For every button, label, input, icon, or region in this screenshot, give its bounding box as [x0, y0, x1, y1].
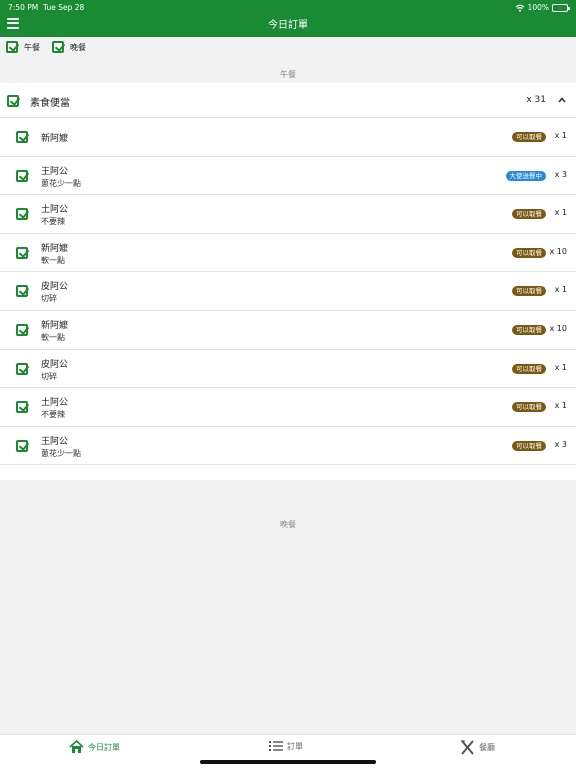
checkbox-icon[interactable] [16, 246, 28, 259]
group-name: 素食便當 [30, 98, 70, 109]
checkbox-icon[interactable] [16, 169, 28, 182]
tab-today-orders[interactable]: 今日訂單 [69, 740, 120, 754]
group-qty: x 31 [526, 95, 546, 105]
status-badge: 大使送餐中 [505, 170, 546, 181]
order-name: 皮阿公 [41, 359, 69, 370]
checkbox-icon[interactable] [16, 401, 28, 414]
status-right: 100% [515, 3, 570, 12]
order-name: 新阿嬤 [41, 243, 69, 254]
wifi-icon [515, 4, 524, 12]
section-header-dinner: 晚餐 [280, 520, 296, 529]
order-name: 皮阿公 [41, 282, 69, 293]
battery-percent: 100% [527, 3, 549, 12]
list-icon [269, 741, 283, 751]
order-name: 王阿公 [41, 436, 69, 447]
filter-dinner[interactable]: 晚餐 [52, 41, 86, 53]
order-qty: x 3 [554, 439, 567, 449]
order-row[interactable]: 皮阿公 切碎 可以取餐 x 1 [0, 272, 576, 311]
checkbox-icon[interactable] [6, 41, 18, 53]
checkbox-icon[interactable] [52, 41, 64, 53]
order-qty: x 1 [554, 208, 567, 218]
order-qty: x 1 [554, 401, 567, 411]
order-name: 土阿公 [41, 398, 69, 409]
order-note: 軟一點 [41, 332, 65, 342]
top-bar: 7:50 PM Tue Sep 28 100% 今日訂單 [0, 0, 576, 37]
checkbox-icon[interactable] [16, 439, 28, 452]
checkbox-icon[interactable] [16, 285, 28, 298]
order-name: 新阿嬤 [41, 320, 69, 331]
checkbox-icon[interactable] [16, 208, 28, 221]
order-note: 蔥花少一點 [41, 178, 81, 188]
order-row[interactable]: 新阿嬤 軟一點 可以取餐 x 10 [0, 311, 576, 350]
home-icon [69, 740, 84, 753]
checkbox-icon[interactable] [16, 131, 28, 143]
status-badge: 可以取餐 [512, 363, 546, 374]
tab-label: 訂單 [287, 741, 303, 751]
order-qty: x 3 [554, 169, 567, 179]
home-indicator [200, 760, 376, 764]
utensils-icon [461, 740, 474, 755]
order-qty: x 1 [554, 362, 567, 372]
order-note: 不要辣 [41, 217, 65, 227]
order-note: 不要辣 [41, 410, 65, 420]
group-footer-spacer [0, 465, 576, 481]
status-badge: 可以取餐 [512, 440, 546, 451]
order-name: 土阿公 [41, 205, 69, 216]
order-note: 軟一點 [41, 255, 65, 265]
filter-label: 晚餐 [70, 42, 86, 52]
order-name: 新阿嬤 [41, 134, 69, 144]
status-badge: 可以取餐 [512, 324, 546, 335]
status-badge: 可以取餐 [512, 402, 546, 413]
order-qty: x 1 [554, 285, 567, 295]
order-row[interactable]: 土阿公 不要辣 可以取餐 x 1 [0, 195, 576, 234]
tab-label: 餐廳 [479, 743, 495, 752]
order-name: 王阿公 [41, 166, 69, 177]
order-row[interactable]: 新阿嬤 可以取餐 x 1 [0, 118, 576, 157]
order-note: 切碎 [41, 371, 57, 381]
order-row[interactable]: 王阿公 蔥花少一點 大使送餐中 x 3 [0, 157, 576, 196]
status-time: 7:50 PM Tue Sep 28 [8, 3, 85, 12]
order-qty: x 10 [549, 323, 567, 333]
tab-orders[interactable]: 訂單 [269, 740, 303, 752]
checkbox-icon[interactable] [7, 95, 19, 107]
order-note: 切碎 [41, 294, 57, 304]
tab-restaurant[interactable]: 餐廳 [460, 740, 495, 755]
checkbox-icon[interactable] [16, 362, 28, 375]
status-bar: 7:50 PM Tue Sep 28 100% [0, 2, 576, 14]
tab-label: 今日訂單 [88, 742, 120, 752]
bottom-tab-bar: 今日訂單 訂單 餐廳 [0, 734, 576, 768]
filter-label: 午餐 [24, 42, 40, 52]
section-header-lunch: 午餐 [280, 70, 296, 79]
order-note: 蔥花少一點 [41, 448, 81, 458]
filter-lunch[interactable]: 午餐 [6, 41, 40, 53]
order-group: 素食便當 x 31 新阿嬤 可以取餐 x 1 王阿公 蔥花少一點 大使送餐中 x… [0, 83, 576, 481]
page-title: 今日訂單 [268, 20, 308, 31]
status-badge: 可以取餐 [512, 247, 546, 258]
order-row[interactable]: 皮阿公 切碎 可以取餐 x 1 [0, 350, 576, 389]
group-header[interactable]: 素食便當 x 31 [0, 83, 576, 118]
order-qty: x 1 [554, 131, 567, 140]
order-row[interactable]: 王阿公 蔥花少一點 可以取餐 x 3 [0, 427, 576, 466]
status-badge: 可以取餐 [512, 286, 546, 297]
order-row[interactable]: 新阿嬤 軟一點 可以取餐 x 10 [0, 234, 576, 273]
status-badge: 可以取餐 [512, 209, 546, 220]
checkbox-icon[interactable] [16, 323, 28, 336]
status-badge: 可以取餐 [512, 132, 546, 142]
meal-filter-bar: 午餐 晚餐 [0, 37, 576, 59]
chevron-up-icon[interactable] [558, 96, 566, 104]
battery-icon [552, 3, 570, 12]
order-qty: x 10 [549, 246, 567, 256]
order-row[interactable]: 土阿公 不要辣 可以取餐 x 1 [0, 388, 576, 427]
